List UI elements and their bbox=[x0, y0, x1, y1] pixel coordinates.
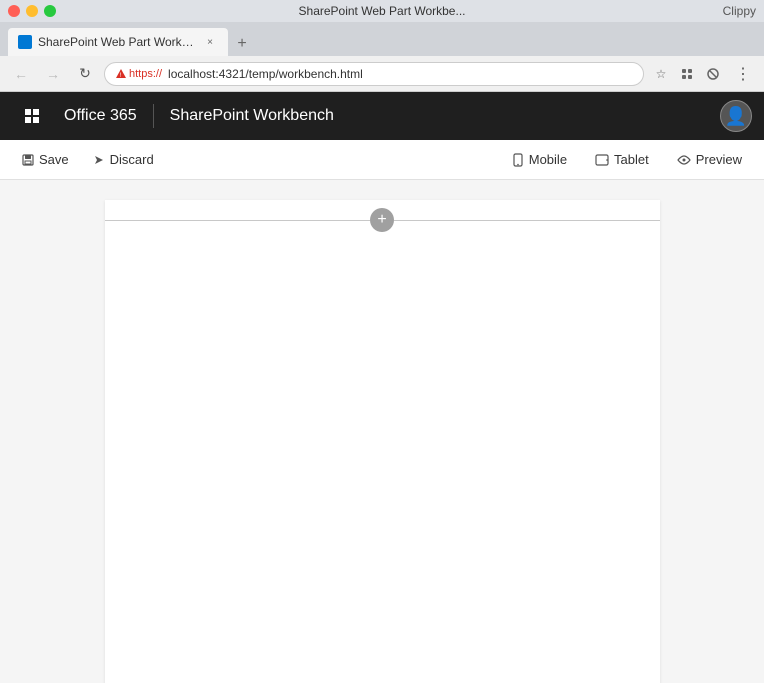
address-text: localhost:4321/temp/workbench.html bbox=[168, 67, 363, 81]
grid-icon bbox=[25, 109, 39, 123]
divider-line-left bbox=[105, 220, 371, 221]
divider-line-right bbox=[394, 220, 660, 221]
address-input[interactable]: ! https:// localhost:4321/temp/workbench… bbox=[104, 62, 644, 86]
new-tab-button[interactable]: + bbox=[228, 32, 256, 56]
app-container: Office 365 SharePoint Workbench 👤 Save bbox=[0, 92, 764, 683]
maximize-button[interactable] bbox=[44, 5, 56, 17]
mobile-icon bbox=[512, 153, 524, 167]
back-button[interactable]: ← bbox=[8, 61, 34, 87]
app-nav: Office 365 SharePoint Workbench 👤 bbox=[0, 92, 764, 140]
address-icons: ☆ bbox=[650, 63, 724, 85]
user-avatar[interactable]: 👤 bbox=[720, 100, 752, 132]
save-button[interactable]: Save bbox=[12, 146, 79, 174]
bookmark-button[interactable]: ☆ bbox=[650, 63, 672, 85]
tab-close-button[interactable]: × bbox=[202, 34, 218, 50]
tablet-icon bbox=[595, 154, 609, 166]
warning-icon: ! bbox=[115, 68, 127, 80]
tablet-button[interactable]: Tablet bbox=[585, 146, 659, 174]
tab-favicon bbox=[18, 35, 32, 49]
nav-divider bbox=[153, 104, 154, 128]
user-label: Clippy bbox=[723, 4, 756, 18]
tab-title: SharePoint Web Part Workbe... bbox=[38, 35, 196, 49]
mobile-button[interactable]: Mobile bbox=[502, 146, 577, 174]
title-bar: SharePoint Web Part Workbe... Clippy bbox=[0, 0, 764, 22]
discard-icon bbox=[93, 154, 105, 166]
app-launcher-button[interactable] bbox=[12, 96, 52, 136]
refresh-button[interactable]: ↻ bbox=[72, 61, 98, 87]
office-label: Office 365 bbox=[52, 107, 149, 125]
mute-icon bbox=[706, 67, 720, 81]
active-tab[interactable]: SharePoint Web Part Workbe... × bbox=[8, 28, 228, 56]
preview-icon bbox=[677, 155, 691, 165]
toolbar-right: Mobile Tablet Preview bbox=[502, 146, 752, 174]
save-label: Save bbox=[39, 152, 69, 167]
grid-dot-3 bbox=[25, 117, 31, 123]
puzzle-icon bbox=[680, 67, 694, 81]
window-controls bbox=[8, 5, 56, 17]
workbench-label: SharePoint Workbench bbox=[158, 107, 346, 125]
tablet-label: Tablet bbox=[614, 152, 649, 167]
preview-button[interactable]: Preview bbox=[667, 146, 752, 174]
address-bar: ← → ↻ ! https:// localhost:4321/temp/wor… bbox=[0, 56, 764, 92]
canvas-area[interactable]: + bbox=[0, 180, 764, 683]
add-webpart-button[interactable]: + bbox=[370, 208, 394, 232]
browser-menu-button[interactable]: ⋮ bbox=[730, 61, 756, 87]
preview-label: Preview bbox=[696, 152, 742, 167]
workbench-canvas: + bbox=[105, 200, 660, 683]
extensions-button[interactable] bbox=[676, 63, 698, 85]
add-webpart-icon: + bbox=[377, 212, 386, 228]
mute-button[interactable] bbox=[702, 63, 724, 85]
browser-window: SharePoint Web Part Workbe... Clippy Sha… bbox=[0, 0, 764, 683]
close-button[interactable] bbox=[8, 5, 20, 17]
grid-dot-1 bbox=[25, 109, 31, 115]
mobile-label: Mobile bbox=[529, 152, 567, 167]
grid-dot-2 bbox=[33, 109, 39, 115]
avatar-icon: 👤 bbox=[725, 106, 747, 127]
forward-button[interactable]: → bbox=[40, 61, 66, 87]
discard-label: Discard bbox=[110, 152, 154, 167]
toolbar: Save Discard Mobile bbox=[0, 140, 764, 180]
https-warning: ! https:// bbox=[115, 68, 162, 80]
tab-bar: SharePoint Web Part Workbe... × + bbox=[0, 22, 764, 56]
minimize-button[interactable] bbox=[26, 5, 38, 17]
add-webpart-zone: + bbox=[105, 208, 660, 232]
discard-button[interactable]: Discard bbox=[83, 146, 164, 174]
save-icon bbox=[22, 154, 34, 166]
window-title: SharePoint Web Part Workbe... bbox=[299, 4, 466, 18]
grid-dot-4 bbox=[33, 117, 39, 123]
